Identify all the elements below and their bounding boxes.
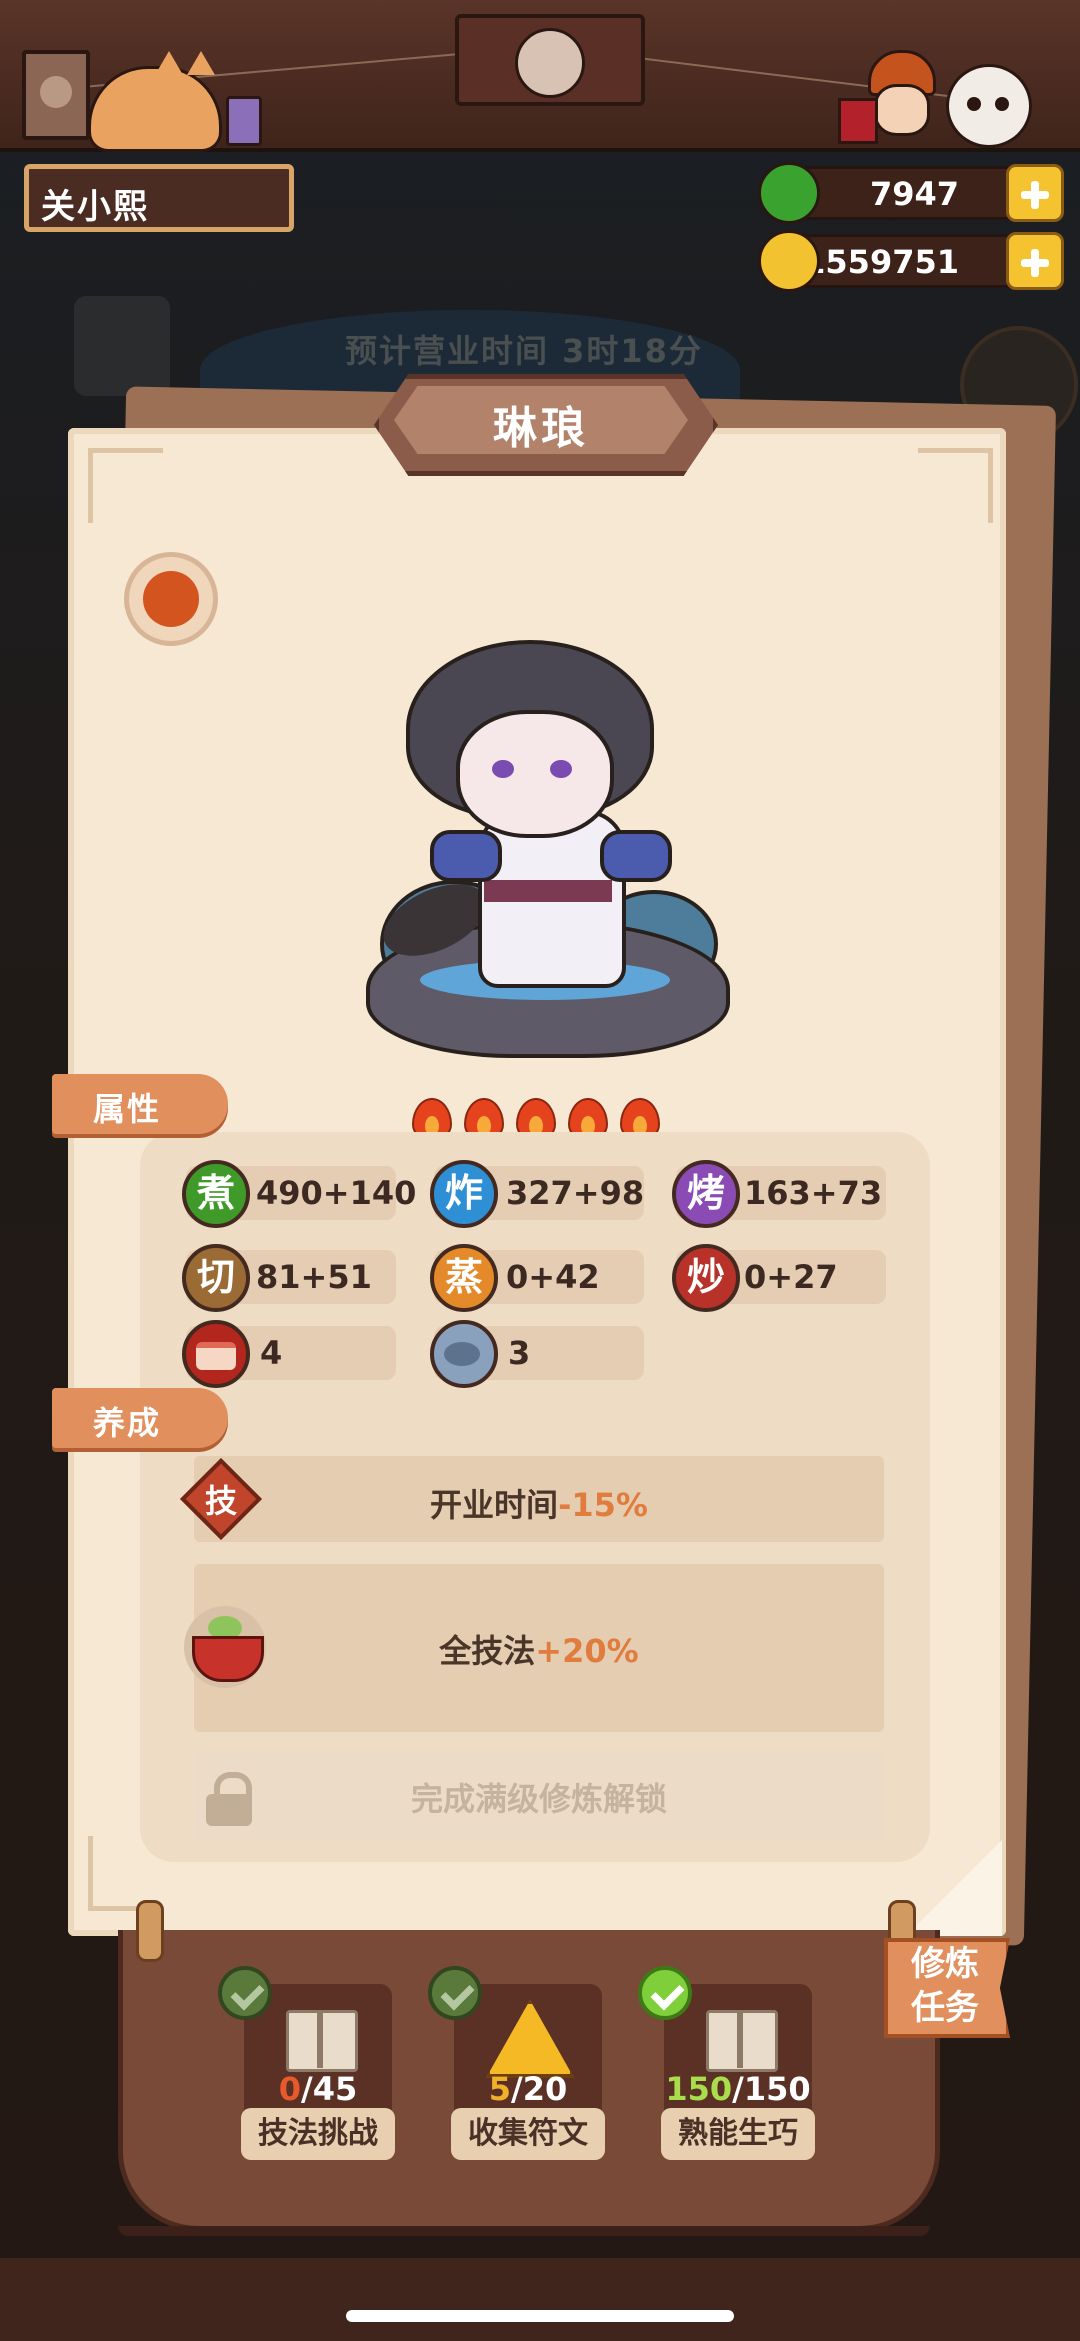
meat-icon <box>182 1320 250 1388</box>
stat-roast-value: 163+73 <box>744 1174 883 1212</box>
cultivation-row-open-time: 开业时间-15% <box>194 1456 884 1542</box>
task-tray-shadow <box>118 2226 930 2236</box>
open-time-bonus: -15% <box>558 1486 648 1524</box>
task-label-practice[interactable]: 熟能生巧 <box>661 2108 815 2160</box>
orange-cat-icon <box>88 51 222 152</box>
corner-ornament <box>88 448 163 523</box>
coin-icon <box>758 230 820 292</box>
task-label-collect-runes[interactable]: 收集符文 <box>451 2108 605 2160</box>
check-icon <box>638 1966 692 2020</box>
scroll-icon <box>286 2010 358 2072</box>
attributes-label: 属性 <box>92 1090 161 1128</box>
skill-icon: 技 <box>179 1457 264 1542</box>
deep-fry-icon: 炸 <box>430 1160 498 1228</box>
jar-icon <box>226 96 262 146</box>
stat-meat-value: 4 <box>260 1334 283 1372</box>
stat-boil-value: 490+140 <box>256 1174 417 1212</box>
hanging-portrait[interactable] <box>455 14 645 106</box>
add-coin-button[interactable] <box>1006 232 1064 290</box>
task-progress: 5/20 <box>488 2070 568 2108</box>
add-jade-button[interactable] <box>1006 164 1064 222</box>
cultivation-section-tab: 养成 <box>52 1388 228 1448</box>
jade-amount: 7947 <box>869 175 959 213</box>
fish-icon <box>430 1320 498 1388</box>
boil-icon: 煮 <box>182 1160 250 1228</box>
chef-npc-icon <box>838 50 938 144</box>
scroll-icon <box>706 2010 778 2072</box>
all-skills-bonus: +20% <box>535 1632 639 1670</box>
open-time-text: 开业时间 <box>430 1486 559 1524</box>
home-indicator[interactable] <box>346 2310 734 2322</box>
stir-fry-icon: 炒 <box>672 1244 740 1312</box>
jade-currency-bar: 7947 <box>790 166 1026 220</box>
white-cat-icon <box>946 64 1032 148</box>
all-skills-text: 全技法 <box>439 1632 536 1670</box>
bowl-icon <box>184 1606 266 1688</box>
practice-tasks-label: 修炼 任务 <box>911 1944 979 2028</box>
corner-ornament <box>918 448 993 523</box>
scroll-pin <box>136 1900 164 1962</box>
equipment-button[interactable] <box>124 552 218 646</box>
coin-currency-bar: 1559751 <box>790 234 1026 288</box>
stat-cut-value: 81+51 <box>256 1258 372 1296</box>
chef-portrait <box>360 640 730 1080</box>
roast-icon: 烤 <box>672 1160 740 1228</box>
business-time-text: 预计营业时间 3时18分 <box>345 332 703 370</box>
check-icon <box>218 1966 272 2020</box>
stat-steam-value: 0+42 <box>506 1258 600 1296</box>
task-progress: 0/45 <box>278 2070 358 2108</box>
hanging-frame-icon[interactable] <box>22 50 90 140</box>
attributes-section-tab: 属性 <box>52 1074 228 1134</box>
footer-bar <box>0 2258 1080 2341</box>
locked-text: 完成满级修炼解锁 <box>410 1780 667 1818</box>
coin-amount: 1559751 <box>803 243 959 281</box>
stat-stirfry-value: 0+27 <box>744 1258 838 1296</box>
cultivation-row-all-skills: 全技法+20% <box>194 1564 884 1732</box>
cultivation-label: 养成 <box>92 1404 161 1442</box>
skill-icon-text: 技 <box>204 1482 237 1520</box>
player-name-box[interactable]: 关小熙 <box>24 164 294 232</box>
cut-icon: 切 <box>182 1244 250 1312</box>
top-header <box>0 0 1080 152</box>
jade-icon <box>758 162 820 224</box>
steam-icon: 蒸 <box>430 1244 498 1312</box>
task-progress: 150/150 <box>665 2070 811 2108</box>
task-label-skill-challenge[interactable]: 技法挑战 <box>241 2108 395 2160</box>
chef-name-title: 琳琅 <box>493 403 589 454</box>
stat-fish-value: 3 <box>508 1334 531 1372</box>
player-name: 关小熙 <box>41 187 149 227</box>
check-icon <box>428 1966 482 2020</box>
stat-fry-value: 327+98 <box>506 1174 645 1212</box>
team-button <box>74 296 170 396</box>
